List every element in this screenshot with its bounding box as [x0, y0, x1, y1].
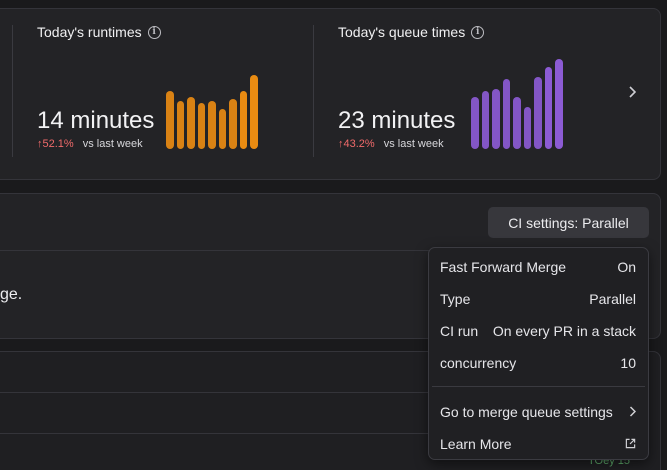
dropdown-row-fast-forward: Fast Forward Merge On	[440, 259, 636, 275]
sparkline-bar	[218, 109, 226, 149]
dropdown-row-concurrency: concurrency 10	[440, 355, 636, 371]
sparkline-bar	[187, 97, 195, 149]
divider	[0, 250, 448, 251]
sparkline-bar	[229, 99, 237, 149]
runtimes-stat: Today's runtimes i 14 minutes ↑52.1% vs …	[37, 9, 287, 181]
sparkline-bar	[523, 107, 531, 149]
runtimes-delta: ↑52.1% vs last week	[37, 138, 143, 150]
queue-times-stat: Today's queue times i 23 minutes ↑43.2% …	[338, 9, 598, 181]
queue-times-sparkline	[471, 59, 563, 149]
delta-label: vs last week	[82, 138, 143, 150]
sparkline-bar	[481, 91, 489, 149]
card-text: ge.	[0, 286, 23, 303]
dropdown-row-type: Type Parallel	[440, 291, 636, 307]
stat-divider	[12, 25, 13, 157]
runtimes-value: 14 minutes	[37, 107, 155, 134]
dropdown-separator	[432, 386, 645, 387]
delta-percent: ↑43.2%	[338, 138, 375, 150]
row-divider	[0, 433, 440, 434]
runtimes-title: Today's runtimes i	[37, 24, 161, 40]
queue-times-value: 23 minutes	[338, 107, 456, 134]
chevron-right-icon[interactable]	[628, 85, 637, 101]
page: Today's runtimes i 14 minutes ↑52.1% vs …	[0, 0, 667, 470]
stats-card: Today's runtimes i 14 minutes ↑52.1% vs …	[0, 8, 661, 180]
sparkline-bar	[502, 79, 510, 149]
sparkline-bar	[176, 101, 184, 149]
chevron-right-icon	[629, 404, 637, 420]
runtimes-sparkline	[166, 69, 258, 149]
sparkline-bar	[471, 97, 479, 149]
ci-settings-dropdown: Fast Forward Merge On Type Parallel CI r…	[428, 247, 649, 460]
sparkline-bar	[492, 89, 500, 149]
queue-times-title: Today's queue times i	[338, 24, 485, 40]
sparkline-bar	[513, 97, 521, 149]
dropdown-row-ci-run: CI run On every PR in a stack	[440, 323, 636, 339]
sparkline-bar	[250, 75, 258, 149]
sparkline-bar	[544, 67, 552, 149]
info-icon[interactable]: i	[471, 25, 485, 39]
sparkline-bar	[208, 101, 216, 149]
delta-percent: ↑52.1%	[37, 138, 74, 150]
ci-settings-button[interactable]: CI settings: Parallel	[488, 207, 649, 238]
stat-divider	[313, 25, 314, 157]
sparkline-bar	[534, 77, 542, 149]
info-icon[interactable]: i	[147, 25, 161, 39]
queue-times-delta: ↑43.2% vs last week	[338, 138, 444, 150]
sparkline-bar	[197, 103, 205, 149]
sparkline-bar	[239, 91, 247, 149]
sparkline-bar	[555, 59, 563, 149]
merge-queue-settings-link[interactable]: Go to merge queue settings	[440, 402, 637, 422]
delta-label: vs last week	[383, 138, 444, 150]
row-divider	[0, 392, 440, 393]
sparkline-bar	[166, 91, 174, 149]
external-link-icon	[625, 436, 636, 452]
learn-more-link[interactable]: Learn More	[440, 434, 636, 454]
